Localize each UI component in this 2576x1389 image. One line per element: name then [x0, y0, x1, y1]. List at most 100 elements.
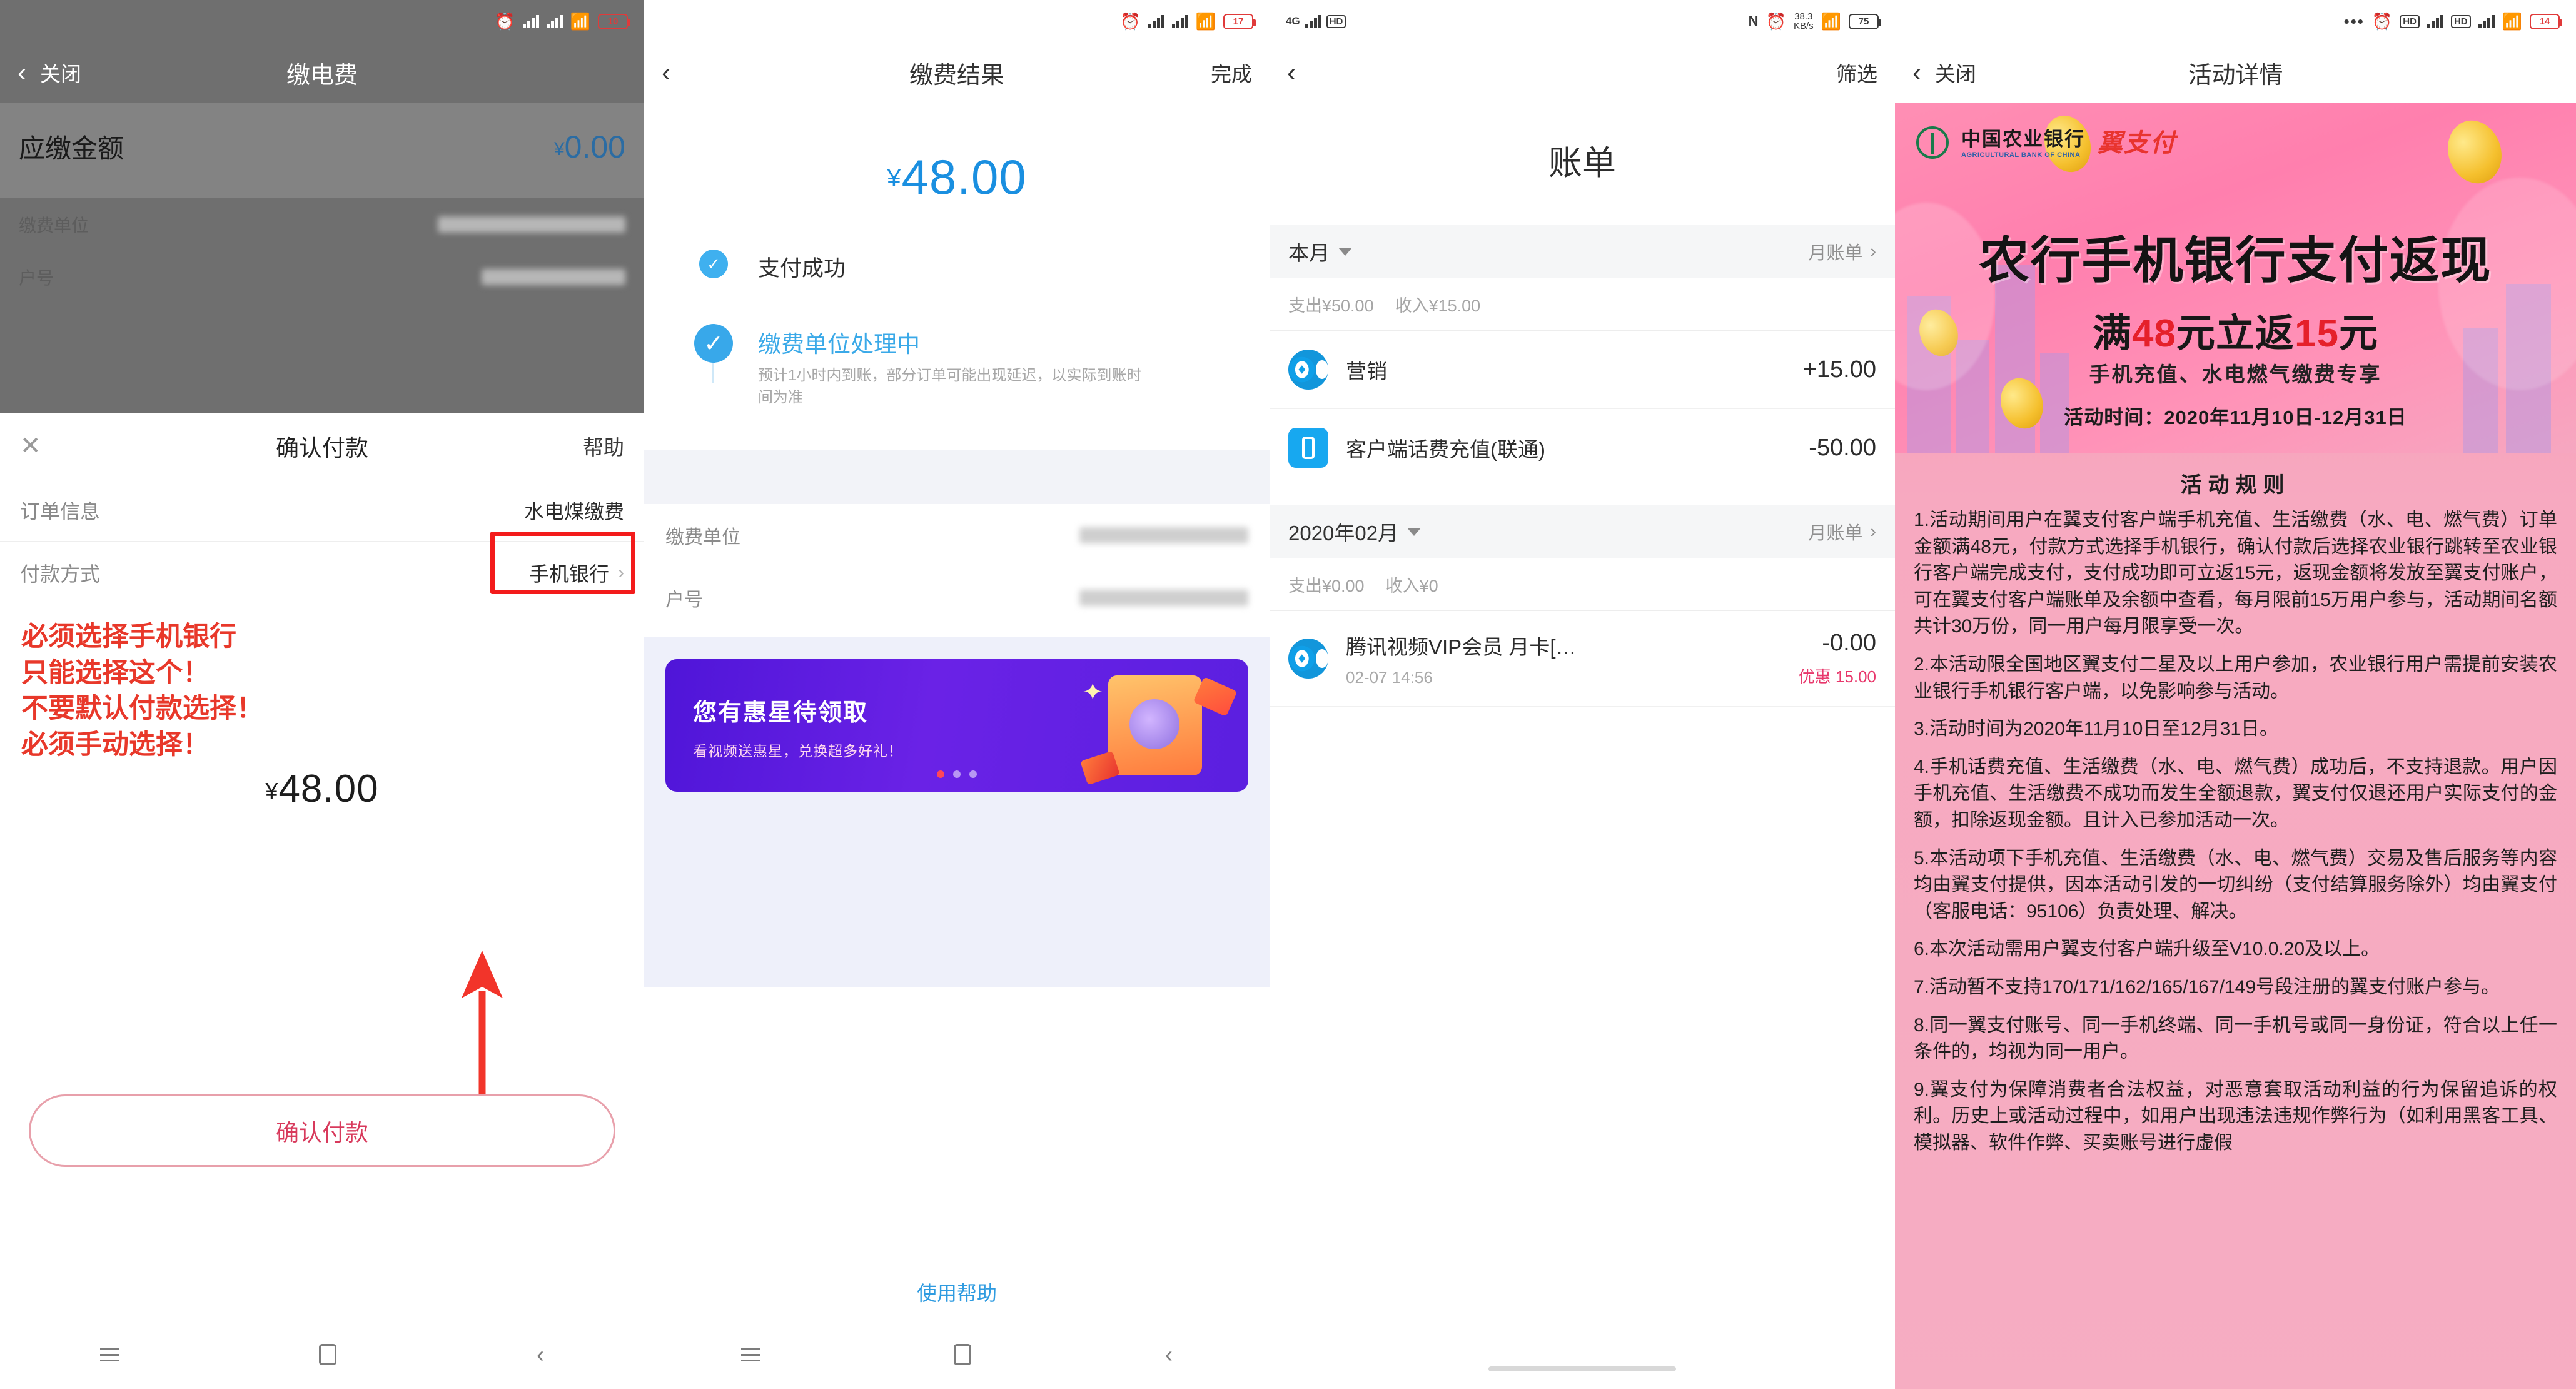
transaction-time: 02-07 14:56 — [1346, 667, 1433, 687]
field-account: 户号 — [644, 567, 1270, 629]
done-button[interactable]: 完成 — [1211, 58, 1252, 88]
panel1-content: ⏰ 📶 10 ‹ 关闭 缴电费 应缴金额 ¥0.00 缴费单位 户号 — [0, 0, 644, 303]
gift-box-icon — [1108, 675, 1202, 775]
month-selector[interactable]: 本月 — [1288, 236, 1352, 266]
nfc-icon: N — [1748, 13, 1759, 29]
status-right: N ⏰ 38.3 KB/s 📶 75 — [1748, 12, 1881, 31]
month-label: 本月 — [1288, 241, 1330, 265]
close-label[interactable]: 关闭 — [40, 58, 81, 88]
row-order-info[interactable]: 订单信息 水电煤缴费 — [0, 479, 644, 542]
subline-mid: 元立返 — [2176, 312, 2295, 355]
hd-icon: HD — [1326, 14, 1346, 28]
rule-item: 9.翼支付为保障消费者合法权益，对恶意套取活动利益的行为保留追诉的权利。历史上或… — [1914, 1079, 2557, 1153]
rule-item: 7.活动暂不支持170/171/162/165/167/149号段注册的翼支付账… — [1914, 976, 2500, 998]
rule-item: 8.同一翼支付账号、同一手机终端、同一手机号或同一身份证，符合以上任一条件的，均… — [1914, 1014, 2557, 1063]
month-label: 2020年02月 — [1288, 522, 1399, 545]
confirm-payment-button[interactable]: 确认付款 — [29, 1094, 615, 1167]
back-icon[interactable]: ‹ — [537, 1343, 544, 1366]
monthly-bill-link[interactable]: 月账单 › — [1808, 518, 1876, 545]
status-bar: ⏰ 📶 10 — [0, 0, 644, 43]
step-marker: ✓ — [694, 324, 733, 409]
back-icon[interactable]: ‹ — [1165, 1343, 1173, 1366]
currency-symbol: ¥ — [553, 138, 565, 159]
activity-rules-section: 活动规则 1.活动期间用户在翼支付客户端手机充值、生活缴费（水、电、燃气费）订单… — [1895, 453, 2576, 1156]
carousel-dot[interactable] — [953, 770, 961, 778]
menu-icon[interactable] — [100, 1348, 119, 1361]
payment-method-text: 手机银行 — [528, 562, 609, 585]
carousel-dot-active[interactable] — [937, 770, 944, 778]
coupon-tag-icon — [1080, 750, 1120, 785]
sheet-header: ✕ 确认付款 帮助 — [0, 413, 644, 479]
step-processing: ✓ 缴费单位处理中 预计1小时内到账，部分订单可能出现延迟，以实际到账时间为准 — [694, 324, 1220, 409]
back-icon[interactable]: ‹ — [1912, 59, 1921, 86]
page-title: 缴费结果 — [909, 62, 1004, 89]
help-button[interactable]: 帮助 — [583, 431, 624, 461]
close-label[interactable]: 关闭 — [1935, 58, 1976, 88]
sheet-total-number: 48.00 — [278, 767, 379, 811]
chevron-right-icon: › — [1870, 521, 1876, 542]
section-header-february[interactable]: 2020年02月 月账单 › — [1270, 505, 1895, 558]
annotation-line-2: 只能选择这个！ — [21, 657, 210, 688]
brand-lockup: 中国农业银行 AGRICULTURAL BANK OF CHINA 翼支付 — [1916, 123, 2176, 159]
step-body: 缴费单位处理中 预计1小时内到账，部分订单可能出现延迟，以实际到账时间为准 — [758, 324, 1220, 409]
monthly-bill-label: 月账单 — [1808, 243, 1863, 263]
table-row[interactable]: 客户端话费充值(联通) -50.00 — [1270, 409, 1895, 487]
signal-icon — [2478, 14, 2495, 28]
phone-icon — [1288, 428, 1328, 468]
transaction-amount: -50.00 — [1809, 434, 1876, 461]
back-icon[interactable]: ‹ — [1287, 59, 1296, 86]
redacted-value — [482, 269, 625, 285]
subline-number-reward: 15 — [2295, 312, 2339, 355]
redacted-value — [1079, 589, 1248, 606]
status-right: ••• ⏰ HD HD 📶 14 — [2343, 11, 2562, 31]
monthly-bill-link[interactable]: 月账单 › — [1808, 238, 1876, 265]
row-payment-method[interactable]: 付款方式 手机银行 › — [0, 532, 644, 604]
nav-bar: ‹ 关闭 缴电费 — [0, 43, 644, 103]
signal-icon — [1171, 14, 1188, 28]
amount-due-number: 0.00 — [564, 129, 625, 164]
section-summary: 支出¥0.00 收入¥0 — [1270, 558, 1895, 611]
panel-bill-list: 4G HD N ⏰ 38.3 KB/s 📶 75 ‹ 筛选 账单 本月 月账单 … — [1270, 0, 1895, 1389]
payment-status-steps: ✓ 支付成功 ✓ 缴费单位处理中 预计1小时内到账，部分订单可能出现延迟，以实际… — [644, 250, 1270, 409]
month-selector[interactable]: 2020年02月 — [1288, 517, 1422, 547]
poster-tagline: 手机充值、水电燃气缴费专享 — [2089, 363, 2382, 386]
rule-item: 4.手机话费充值、生活缴费（水、电、燃气费）成功后，不支持退款。用户因手机充值、… — [1914, 756, 2557, 831]
rule-item: 1.活动期间用户在翼支付客户端手机充值、生活缴费（水、电、燃气费）订单金额满48… — [1914, 510, 2557, 637]
row-body: 营销 — [1346, 355, 1786, 385]
rule-item: 3.活动时间为2020年11月10日至12月31日。 — [1914, 719, 2279, 740]
home-icon[interactable] — [319, 1344, 336, 1365]
step-payment-success: ✓ 支付成功 — [694, 250, 1220, 283]
rule-item: 2.本活动限全国地区翼支付二星及以上用户参加，农业银行用户需提前安装农业银行手机… — [1914, 654, 2557, 702]
field-account-label: 户号 — [19, 268, 54, 288]
section-header-current-month[interactable]: 本月 月账单 › — [1270, 225, 1895, 278]
panel-payment-result: ⏰ 📶 17 ‹ 缴费结果 完成 ¥48.00 ✓ 支付成功 ✓ 缴费单位处理中… — [644, 0, 1270, 1389]
table-row[interactable]: 腾讯视频VIP会员 月卡[… 02-07 14:56 -0.00 优惠 15.0… — [1270, 611, 1895, 707]
hd-icon: HD — [2450, 14, 2471, 28]
carousel-dot[interactable] — [969, 770, 977, 778]
back-icon[interactable]: ‹ — [18, 59, 26, 86]
home-indicator[interactable] — [1488, 1366, 1676, 1371]
activity-poster: 中国农业银行 AGRICULTURAL BANK OF CHINA 翼支付 农行… — [1895, 103, 2576, 1389]
table-row[interactable]: 营销 +15.00 — [1270, 331, 1895, 409]
sparkle-icon: ✦ — [1082, 678, 1103, 706]
field-account-label: 户号 — [665, 589, 703, 610]
bestpay-logo: 翼支付 — [2098, 129, 2176, 157]
transaction-amount: +15.00 — [1802, 356, 1876, 383]
page-title: 账单 — [1548, 144, 1616, 182]
wifi-icon: 📶 — [2502, 11, 2522, 31]
page-title: 缴电费 — [286, 62, 358, 89]
row-right: -50.00 — [1809, 435, 1876, 462]
usage-help-link[interactable]: 使用帮助 — [644, 1278, 1270, 1306]
transaction-name: 营销 — [1346, 360, 1387, 383]
carousel-dots[interactable] — [665, 770, 1248, 778]
status-left: 4G HD — [1286, 14, 1346, 28]
filter-button[interactable]: 筛选 — [1836, 58, 1877, 88]
promo-banner[interactable]: 您有惠星待领取 看视频送惠星，兑换超多好礼！ ✦ — [665, 659, 1248, 792]
menu-icon[interactable] — [741, 1348, 760, 1361]
more-icon: ••• — [2343, 11, 2365, 31]
back-icon[interactable]: ‹ — [662, 59, 670, 86]
status-right: ⏰ 📶 17 — [1120, 12, 1256, 31]
home-icon[interactable] — [954, 1344, 971, 1365]
bestpay-icon — [1288, 639, 1328, 679]
signal-icon — [2427, 14, 2443, 28]
